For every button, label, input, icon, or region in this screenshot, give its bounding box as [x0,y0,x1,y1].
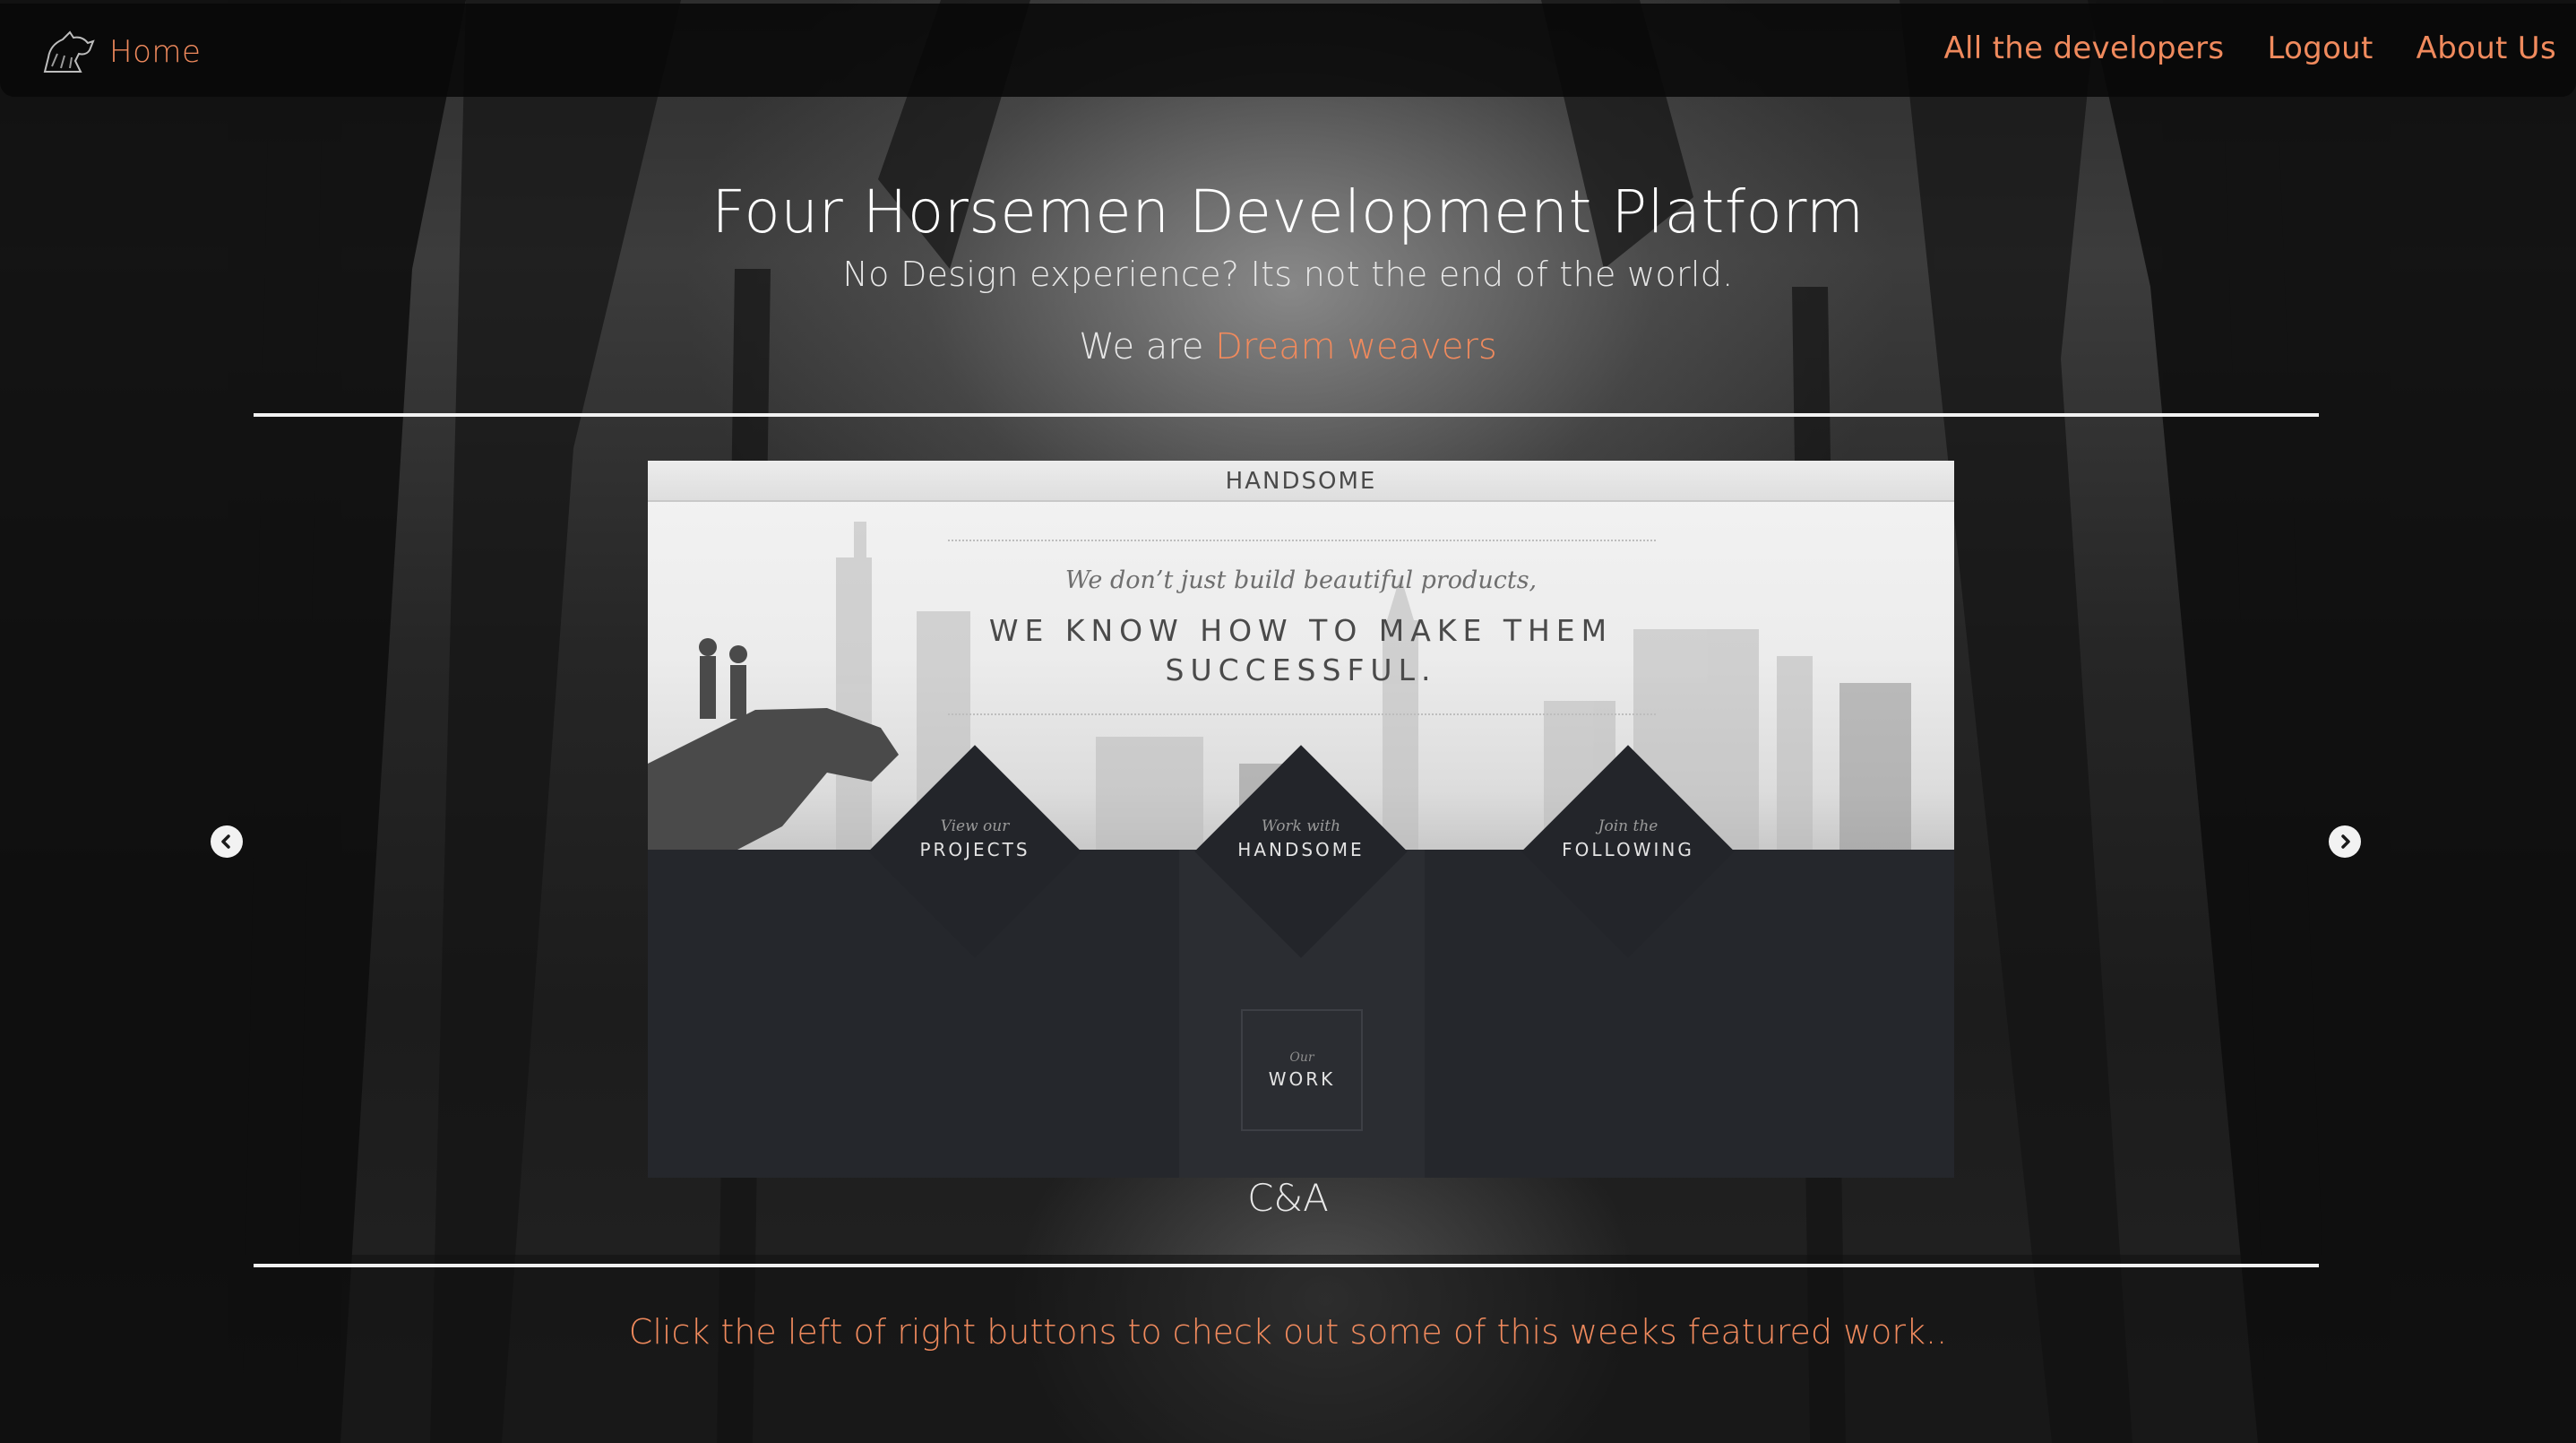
diamond-big-text: FOLLOWING [1562,839,1694,860]
slide-headline-line-1: WE KNOW HOW TO MAKE THEM [988,613,1614,648]
diamond-handsome: Work with HANDSOME [1194,745,1408,958]
work-big-text: WORK [1268,1068,1336,1090]
slide-caption: C&A [1247,1176,1329,1220]
diamond-big-text: PROJECTS [919,839,1030,860]
slide-script-line: We don’t just build beautiful products, [1064,566,1538,594]
diamond-big-text: HANDSOME [1237,839,1365,860]
work-small-text: Our [1289,1050,1314,1065]
nav-about-us[interactable]: About Us [2417,30,2556,66]
slide-site-header: HANDSOME [648,461,1954,502]
divider-bottom [254,1264,2319,1267]
home-link[interactable]: Home [39,27,201,77]
diamond-following: Join the FOLLOWING [1521,745,1735,958]
page-subtitle: No Design experience? Its not the end of… [842,255,1734,294]
page-title: Four Horsemen Development Platform [711,177,1865,246]
slide-headline: WE KNOW HOW TO MAKE THEM SUCCESSFUL. [648,611,1954,690]
chevron-left-icon [221,834,230,849]
carousel-next-button[interactable] [2329,825,2361,858]
tagline-accent: Dream weavers [1215,326,1497,367]
divider-top [254,413,2319,417]
diamond-projects: View our PROJECTS [868,745,1081,958]
diamond-small-text: View our [940,817,1010,835]
home-label: Home [109,34,202,70]
tagline: We are Dream weavers [0,326,2576,367]
our-work-box: Our WORK [1241,1009,1363,1131]
diamond-small-text: Join the [1598,817,1658,835]
chevron-right-icon [2341,834,2350,849]
nav-all-developers[interactable]: All the developers [1943,30,2224,66]
slide-headline-line-2: SUCCESSFUL. [1165,652,1437,687]
diamond-small-text: Work with [1261,817,1341,835]
horse-logo-icon [43,30,95,73]
carousel-instructions: Click the left of right buttons to check… [628,1312,1948,1352]
nav-links: All the developers Logout About Us [1943,30,2556,66]
tagline-prefix: We are [1079,326,1216,367]
slide-divider [948,713,1656,715]
carousel-prev-button[interactable] [211,825,243,858]
top-navbar: Home All the developers Logout About Us [0,4,2576,97]
nav-logout[interactable]: Logout [2267,30,2373,66]
slide-divider [948,540,1656,541]
carousel-slide[interactable]: HANDSOME We don’t just build beautiful p… [648,461,1954,1178]
